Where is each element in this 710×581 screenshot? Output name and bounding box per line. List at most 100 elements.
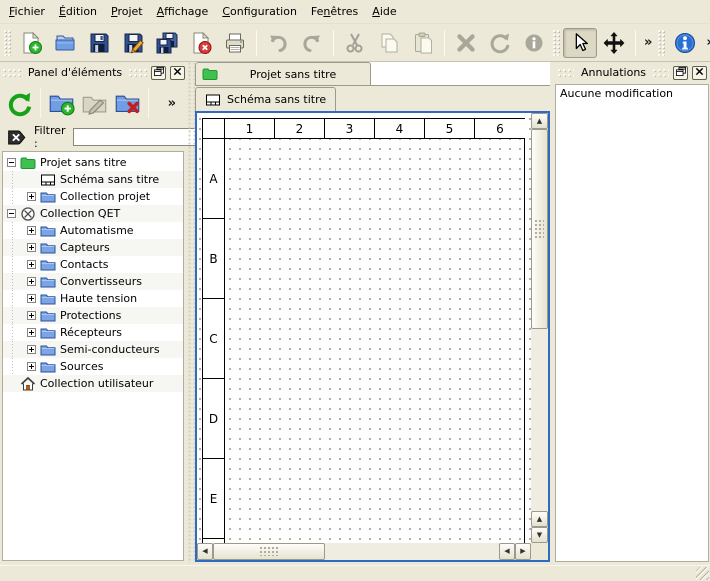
vertical-scroll-track[interactable] (531, 329, 548, 511)
toolbar-handle[interactable] (553, 30, 561, 56)
undo-dock: Annulations Aucune modification (555, 62, 710, 563)
undo-list-item[interactable]: Aucune modification (560, 86, 704, 102)
undo-button[interactable] (261, 28, 295, 58)
tree-expander[interactable] (27, 328, 36, 337)
tree-item-sources[interactable]: Sources (3, 358, 183, 375)
undo-history-list[interactable]: Aucune modification (555, 84, 709, 562)
tree-item-collection-qet[interactable]: Collection QET (3, 205, 183, 222)
float-dock-button[interactable] (673, 66, 688, 80)
clear-filter-icon[interactable] (6, 127, 27, 148)
tree-expander[interactable] (27, 226, 36, 235)
redo-button[interactable] (295, 28, 329, 58)
pan-mode-button[interactable] (597, 28, 631, 58)
cut-button[interactable] (338, 28, 372, 58)
tab-project[interactable]: Projet sans titre (195, 62, 371, 85)
column-header-4: 4 (375, 119, 425, 138)
tree-item-projet-sans-titre[interactable]: Projet sans titre (3, 154, 183, 171)
tree-item-semi-conducteurs[interactable]: Semi-conducteurs (3, 341, 183, 358)
toolbar-overflow-button[interactable]: » (640, 35, 656, 50)
save-all-button[interactable] (150, 28, 184, 58)
copy-button[interactable] (372, 28, 406, 58)
scroll-left-button-2[interactable]: ◀ (499, 543, 515, 560)
rotate-button[interactable] (483, 28, 517, 58)
tree-expander[interactable] (27, 345, 36, 354)
tree-item-haute-tension[interactable]: Haute tension (3, 290, 183, 307)
tree-expander[interactable] (27, 311, 36, 320)
window-resize-grip[interactable] (696, 567, 709, 580)
paste-button[interactable] (406, 28, 440, 58)
print-button[interactable] (218, 28, 252, 58)
row-header-D: D (203, 379, 225, 459)
tree-expander[interactable] (27, 294, 36, 303)
element-info-button[interactable] (517, 28, 551, 58)
undo-dock-titlebar[interactable]: Annulations (555, 62, 710, 82)
menu-affichage[interactable]: Affichage (150, 1, 216, 23)
toolbar-handle[interactable] (658, 30, 666, 56)
scroll-down-button[interactable]: ▼ (531, 527, 548, 543)
toolbar-overflow-button[interactable]: » (702, 35, 710, 50)
elements-panel-titlebar[interactable]: Panel d'éléments (0, 62, 188, 82)
delete-category-button[interactable] (111, 85, 144, 121)
schema-canvas[interactable]: 123456 ABCDE (197, 113, 531, 543)
main-area: Panel d'éléments » Filtrer : Projet sans… (0, 62, 710, 563)
tree-guide (7, 239, 23, 256)
save-button[interactable] (82, 28, 116, 58)
tree-item-contacts[interactable]: Contacts (3, 256, 183, 273)
tree-expander[interactable] (7, 158, 16, 167)
tree-expander[interactable] (7, 209, 16, 218)
close-dock-button[interactable] (692, 66, 707, 80)
select-mode-button[interactable] (563, 28, 597, 58)
open-button[interactable] (48, 28, 82, 58)
toolbar-handle[interactable] (4, 30, 12, 56)
tree-item-collection-utilisateur[interactable]: Collection utilisateur (3, 375, 183, 392)
menu-fichier[interactable]: Fichier (2, 1, 52, 23)
scroll-right-button[interactable]: ▶ (515, 543, 531, 560)
delete-button[interactable] (449, 28, 483, 58)
menu-configuration[interactable]: Configuration (215, 1, 304, 23)
menu-edition[interactable]: Édition (52, 1, 104, 23)
vertical-scrollbar[interactable]: ▲ ▲ ▼ (531, 113, 548, 543)
tree-item-protections[interactable]: Protections (3, 307, 183, 324)
column-header-3: 3 (325, 119, 375, 138)
tree-item-schema-sans-titre[interactable]: Schéma sans titre (3, 171, 183, 188)
horizontal-scroll-thumb[interactable] (213, 543, 325, 560)
close-dock-button[interactable] (170, 66, 185, 80)
folder-icon (40, 257, 56, 273)
reload-collections-button[interactable] (3, 85, 36, 121)
tree-item-collection-projet[interactable]: Collection projet (3, 188, 183, 205)
tab-schema[interactable]: Schéma sans titre (195, 87, 336, 111)
collections-tree[interactable]: Projet sans titreSchéma sans titreCollec… (2, 151, 184, 561)
menu-aide[interactable]: Aide (365, 1, 403, 23)
tree-item-automatisme[interactable]: Automatisme (3, 222, 183, 239)
menu-projet[interactable]: Projet (104, 1, 150, 23)
tree-item-recepteurs[interactable]: Récepteurs (3, 324, 183, 341)
toolbar-separator (148, 88, 149, 118)
tree-item-capteurs[interactable]: Capteurs (3, 239, 183, 256)
edit-category-button[interactable] (78, 85, 111, 121)
tree-expander[interactable] (27, 277, 36, 286)
tree-expander[interactable] (27, 192, 36, 201)
thumb-grip (535, 220, 544, 238)
tree-item-convertisseurs[interactable]: Convertisseurs (3, 273, 183, 290)
dock-grip-texture (653, 69, 669, 77)
thumb-grip (260, 547, 278, 556)
scroll-up-button-2[interactable]: ▲ (531, 511, 548, 527)
information-button[interactable] (668, 28, 702, 58)
tree-expander[interactable] (27, 362, 36, 371)
float-dock-button[interactable] (151, 66, 166, 80)
horizontal-scroll-track[interactable] (325, 543, 499, 560)
new-file-button[interactable] (14, 28, 48, 58)
tree-expander[interactable] (27, 260, 36, 269)
tree-expander[interactable] (27, 243, 36, 252)
vertical-scroll-thumb[interactable] (531, 129, 548, 329)
close-file-button[interactable] (184, 28, 218, 58)
scroll-left-button[interactable]: ◀ (197, 543, 213, 560)
save-as-button[interactable] (116, 28, 150, 58)
tree-guide (7, 324, 23, 341)
panel-overflow-button[interactable]: » (164, 96, 180, 111)
dock-splitter-left[interactable] (188, 62, 195, 563)
menu-fenetres[interactable]: Fenêtres (304, 1, 365, 23)
scroll-up-button[interactable]: ▲ (531, 113, 548, 129)
new-category-button[interactable] (45, 85, 78, 121)
horizontal-scrollbar[interactable]: ◀ ◀ ▶ (197, 543, 531, 560)
